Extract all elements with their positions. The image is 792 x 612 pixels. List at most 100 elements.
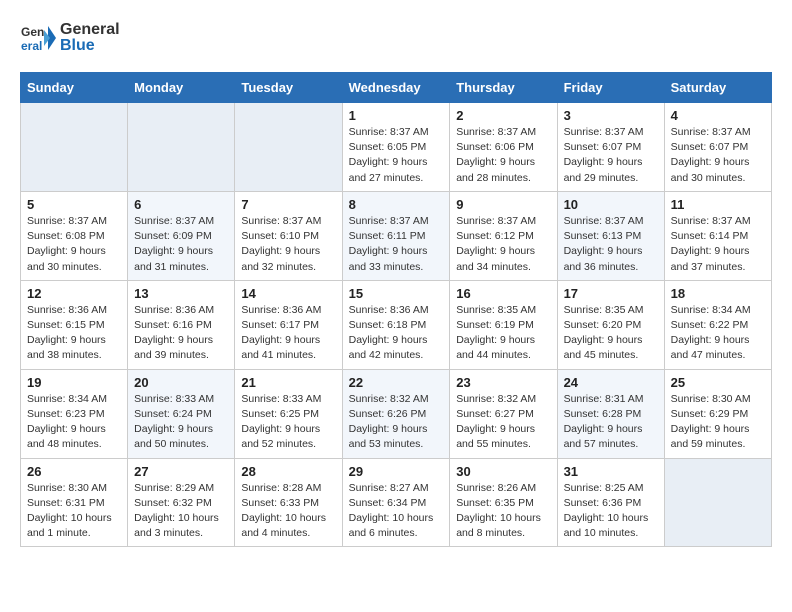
calendar-cell: [664, 458, 771, 547]
day-info: Sunrise: 8:29 AM Sunset: 6:32 PM Dayligh…: [134, 481, 228, 542]
calendar-cell: 2 Sunrise: 8:37 AM Sunset: 6:06 PM Daylig…: [450, 103, 557, 192]
calendar-cell: 6 Sunrise: 8:37 AM Sunset: 6:09 PM Daylig…: [128, 191, 235, 280]
day-info: Sunrise: 8:35 AM Sunset: 6:20 PM Dayligh…: [564, 303, 658, 364]
day-number: 23: [456, 375, 550, 390]
calendar-cell: 8 Sunrise: 8:37 AM Sunset: 6:11 PM Daylig…: [342, 191, 450, 280]
calendar-cell: 30 Sunrise: 8:26 AM Sunset: 6:35 PM Dayli…: [450, 458, 557, 547]
day-number: 1: [349, 108, 444, 123]
day-info: Sunrise: 8:30 AM Sunset: 6:31 PM Dayligh…: [27, 481, 121, 542]
calendar-cell: 11Sunrise: 8:37 AM Sunset: 6:14 PM Dayli…: [664, 191, 771, 280]
calendar-cell: 26Sunrise: 8:30 AM Sunset: 6:31 PM Dayli…: [21, 458, 128, 547]
weekday-header: Friday: [557, 73, 664, 103]
calendar-cell: [21, 103, 128, 192]
day-info: Sunrise: 8:32 AM Sunset: 6:27 PM Dayligh…: [456, 392, 550, 453]
day-number: 31: [564, 464, 658, 479]
day-info: Sunrise: 8:34 AM Sunset: 6:22 PM Dayligh…: [671, 303, 765, 364]
calendar-cell: 17Sunrise: 8:35 AM Sunset: 6:20 PM Dayli…: [557, 280, 664, 369]
day-number: 4: [671, 108, 765, 123]
day-number: 12: [27, 286, 121, 301]
day-info: Sunrise: 8:37 AM Sunset: 6:11 PM Dayligh…: [349, 214, 444, 275]
calendar-cell: 3 Sunrise: 8:37 AM Sunset: 6:07 PM Daylig…: [557, 103, 664, 192]
logo: Gen eral General Blue: [20, 20, 120, 56]
calendar-cell: 24 Sunrise: 8:31 AM Sunset: 6:28 PM Dayli…: [557, 369, 664, 458]
day-info: Sunrise: 8:37 AM Sunset: 6:06 PM Dayligh…: [456, 125, 550, 186]
day-number: 16: [456, 286, 550, 301]
calendar-cell: 25 Sunrise: 8:30 AM Sunset: 6:29 PM Dayli…: [664, 369, 771, 458]
weekday-row: SundayMondayTuesdayWednesdayThursdayFrid…: [21, 73, 772, 103]
day-number: 6: [134, 197, 228, 212]
day-info: Sunrise: 8:31 AM Sunset: 6:28 PM Dayligh…: [564, 392, 658, 453]
day-info: Sunrise: 8:34 AM Sunset: 6:23 PM Dayligh…: [27, 392, 121, 453]
day-number: 19: [27, 375, 121, 390]
calendar-body: 1 Sunrise: 8:37 AM Sunset: 6:05 PM Daylig…: [21, 103, 772, 547]
day-number: 25: [671, 375, 765, 390]
weekday-header: Sunday: [21, 73, 128, 103]
calendar-week: 1 Sunrise: 8:37 AM Sunset: 6:05 PM Daylig…: [21, 103, 772, 192]
logo-general: General: [60, 21, 120, 38]
day-info: Sunrise: 8:36 AM Sunset: 6:18 PM Dayligh…: [349, 303, 444, 364]
day-info: Sunrise: 8:35 AM Sunset: 6:19 PM Dayligh…: [456, 303, 550, 364]
calendar-cell: 19 Sunrise: 8:34 AM Sunset: 6:23 PM Dayli…: [21, 369, 128, 458]
calendar-cell: 15Sunrise: 8:36 AM Sunset: 6:18 PM Dayli…: [342, 280, 450, 369]
weekday-header: Monday: [128, 73, 235, 103]
calendar-cell: 10Sunrise: 8:37 AM Sunset: 6:13 PM Dayli…: [557, 191, 664, 280]
calendar-cell: 21 Sunrise: 8:33 AM Sunset: 6:25 PM Dayli…: [235, 369, 342, 458]
calendar-cell: 16 Sunrise: 8:35 AM Sunset: 6:19 PM Dayli…: [450, 280, 557, 369]
day-number: 9: [456, 197, 550, 212]
calendar-cell: 18 Sunrise: 8:34 AM Sunset: 6:22 PM Dayli…: [664, 280, 771, 369]
day-number: 24: [564, 375, 658, 390]
weekday-header: Thursday: [450, 73, 557, 103]
day-info: Sunrise: 8:26 AM Sunset: 6:35 PM Dayligh…: [456, 481, 550, 542]
calendar-cell: [128, 103, 235, 192]
day-info: Sunrise: 8:37 AM Sunset: 6:07 PM Dayligh…: [671, 125, 765, 186]
calendar-table: SundayMondayTuesdayWednesdayThursdayFrid…: [20, 72, 772, 547]
day-info: Sunrise: 8:27 AM Sunset: 6:34 PM Dayligh…: [349, 481, 444, 542]
calendar-cell: 29 Sunrise: 8:27 AM Sunset: 6:34 PM Dayli…: [342, 458, 450, 547]
day-info: Sunrise: 8:36 AM Sunset: 6:15 PM Dayligh…: [27, 303, 121, 364]
day-info: Sunrise: 8:30 AM Sunset: 6:29 PM Dayligh…: [671, 392, 765, 453]
day-number: 13: [134, 286, 228, 301]
calendar-cell: 13 Sunrise: 8:36 AM Sunset: 6:16 PM Dayli…: [128, 280, 235, 369]
weekday-header: Wednesday: [342, 73, 450, 103]
day-number: 27: [134, 464, 228, 479]
day-number: 10: [564, 197, 658, 212]
calendar-cell: 22Sunrise: 8:32 AM Sunset: 6:26 PM Dayli…: [342, 369, 450, 458]
day-number: 21: [241, 375, 335, 390]
day-info: Sunrise: 8:37 AM Sunset: 6:08 PM Dayligh…: [27, 214, 121, 275]
page-header: Gen eral General Blue: [20, 20, 772, 56]
calendar-cell: 31 Sunrise: 8:25 AM Sunset: 6:36 PM Dayli…: [557, 458, 664, 547]
day-info: Sunrise: 8:25 AM Sunset: 6:36 PM Dayligh…: [564, 481, 658, 542]
day-number: 3: [564, 108, 658, 123]
calendar-week: 19 Sunrise: 8:34 AM Sunset: 6:23 PM Dayli…: [21, 369, 772, 458]
day-info: Sunrise: 8:37 AM Sunset: 6:07 PM Dayligh…: [564, 125, 658, 186]
day-number: 20: [134, 375, 228, 390]
day-info: Sunrise: 8:37 AM Sunset: 6:14 PM Dayligh…: [671, 214, 765, 275]
weekday-header: Tuesday: [235, 73, 342, 103]
svg-text:eral: eral: [21, 39, 42, 53]
day-info: Sunrise: 8:32 AM Sunset: 6:26 PM Dayligh…: [349, 392, 444, 453]
calendar-cell: 12 Sunrise: 8:36 AM Sunset: 6:15 PM Dayli…: [21, 280, 128, 369]
day-number: 2: [456, 108, 550, 123]
day-info: Sunrise: 8:28 AM Sunset: 6:33 PM Dayligh…: [241, 481, 335, 542]
day-number: 14: [241, 286, 335, 301]
calendar-week: 26Sunrise: 8:30 AM Sunset: 6:31 PM Dayli…: [21, 458, 772, 547]
logo-blue: Blue: [60, 37, 95, 54]
weekday-header: Saturday: [664, 73, 771, 103]
calendar-week: 5Sunrise: 8:37 AM Sunset: 6:08 PM Daylig…: [21, 191, 772, 280]
calendar-cell: 1 Sunrise: 8:37 AM Sunset: 6:05 PM Daylig…: [342, 103, 450, 192]
day-info: Sunrise: 8:36 AM Sunset: 6:16 PM Dayligh…: [134, 303, 228, 364]
day-number: 18: [671, 286, 765, 301]
day-number: 30: [456, 464, 550, 479]
calendar-cell: 7Sunrise: 8:37 AM Sunset: 6:10 PM Daylig…: [235, 191, 342, 280]
day-number: 8: [349, 197, 444, 212]
calendar-week: 12 Sunrise: 8:36 AM Sunset: 6:15 PM Dayli…: [21, 280, 772, 369]
day-info: Sunrise: 8:37 AM Sunset: 6:09 PM Dayligh…: [134, 214, 228, 275]
day-info: Sunrise: 8:33 AM Sunset: 6:25 PM Dayligh…: [241, 392, 335, 453]
calendar-cell: 28Sunrise: 8:28 AM Sunset: 6:33 PM Dayli…: [235, 458, 342, 547]
day-info: Sunrise: 8:37 AM Sunset: 6:10 PM Dayligh…: [241, 214, 335, 275]
day-number: 29: [349, 464, 444, 479]
calendar-cell: 9Sunrise: 8:37 AM Sunset: 6:12 PM Daylig…: [450, 191, 557, 280]
calendar-cell: 4 Sunrise: 8:37 AM Sunset: 6:07 PM Daylig…: [664, 103, 771, 192]
calendar-cell: [235, 103, 342, 192]
day-info: Sunrise: 8:37 AM Sunset: 6:05 PM Dayligh…: [349, 125, 444, 186]
